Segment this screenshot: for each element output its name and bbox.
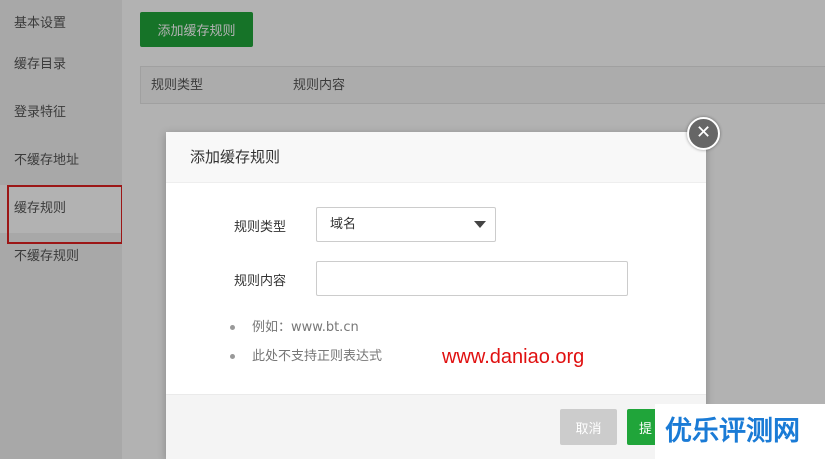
cancel-button[interactable]: 取消	[560, 409, 617, 445]
tip-example-text: 例如：www.bt.cn	[252, 320, 359, 335]
rule-type-select[interactable]: 域名	[316, 207, 496, 242]
bullet-icon	[230, 354, 235, 359]
rule-content-label: 规则内容	[234, 274, 287, 289]
dialog-footer: 取消 提	[166, 394, 706, 459]
rule-content-input[interactable]	[316, 261, 628, 296]
bullet-icon	[230, 325, 235, 330]
watermark-site-url: www.daniao.org	[442, 346, 585, 368]
add-cache-rule-dialog: 添加缓存规则 规则类型 域名 规则内容 例如：www.bt.cn 此处不支持正则…	[166, 132, 706, 459]
chevron-down-icon	[474, 221, 486, 228]
rule-type-label: 规则类型	[234, 220, 287, 235]
tip-no-regex-text: 此处不支持正则表达式	[252, 349, 383, 364]
dialog-title: 添加缓存规则	[190, 148, 281, 166]
rule-type-selected-value: 域名	[330, 217, 357, 232]
dialog-header: 添加缓存规则	[166, 132, 706, 183]
watermark-site-brand: 优乐评测网	[655, 404, 825, 459]
tip-item: 例如：www.bt.cn	[230, 317, 530, 346]
close-icon[interactable]: ✕	[687, 117, 720, 150]
